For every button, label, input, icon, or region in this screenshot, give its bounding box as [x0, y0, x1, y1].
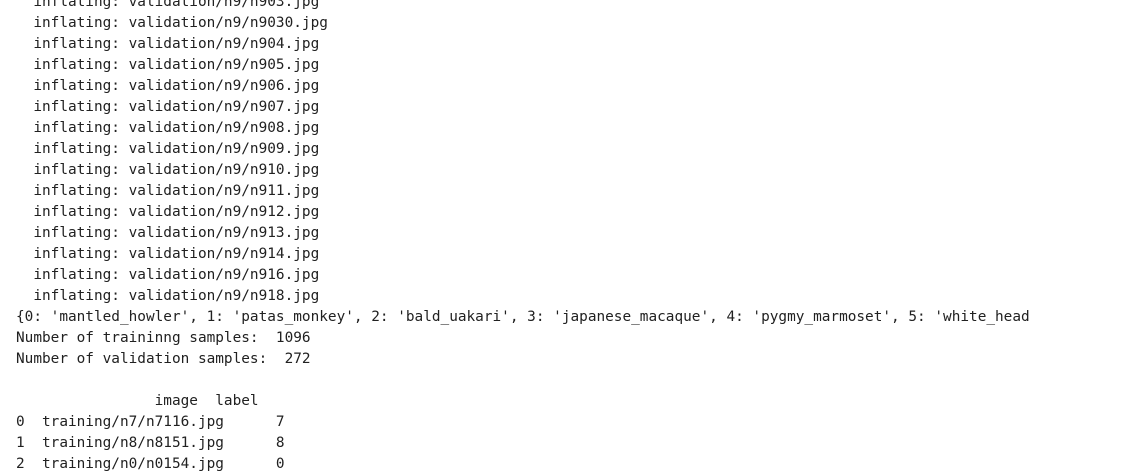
dataframe-header: image label — [16, 393, 259, 409]
inflating-line: inflating: validation/n9/n908.jpg — [16, 120, 320, 136]
inflating-line: inflating: validation/n9/n912.jpg — [16, 204, 320, 220]
inflating-line: inflating: validation/n9/n905.jpg — [16, 57, 320, 73]
inflating-line: inflating: validation/n9/n909.jpg — [16, 141, 320, 157]
notebook-cell-output: inflating: validation/n9/n903.jpg inflat… — [16, 0, 1030, 475]
inflating-line: inflating: validation/n9/n910.jpg — [16, 162, 320, 178]
inflating-line: inflating: validation/n9/n903.jpg — [16, 0, 320, 10]
dataframe-row: 1 training/n8/n8151.jpg 8 — [16, 435, 285, 451]
inflating-line: inflating: validation/n9/n911.jpg — [16, 183, 320, 199]
inflating-line: inflating: validation/n9/n904.jpg — [16, 36, 320, 52]
inflating-line: inflating: validation/n9/n907.jpg — [16, 99, 320, 115]
dataframe-row: 0 training/n7/n7116.jpg 7 — [16, 414, 285, 430]
training-samples-count: Number of traininng samples: 1096 — [16, 330, 311, 346]
inflating-line: inflating: validation/n9/n914.jpg — [16, 246, 320, 262]
inflating-line: inflating: validation/n9/n918.jpg — [16, 288, 320, 304]
inflating-line: inflating: validation/n9/n906.jpg — [16, 78, 320, 94]
inflating-line: inflating: validation/n9/n913.jpg — [16, 225, 320, 241]
inflating-line: inflating: validation/n9/n9030.jpg — [16, 15, 328, 31]
validation-samples-count: Number of validation samples: 272 — [16, 351, 311, 367]
inflating-line: inflating: validation/n9/n916.jpg — [16, 267, 320, 283]
label-dictionary: {0: 'mantled_howler', 1: 'patas_monkey',… — [16, 309, 1030, 325]
